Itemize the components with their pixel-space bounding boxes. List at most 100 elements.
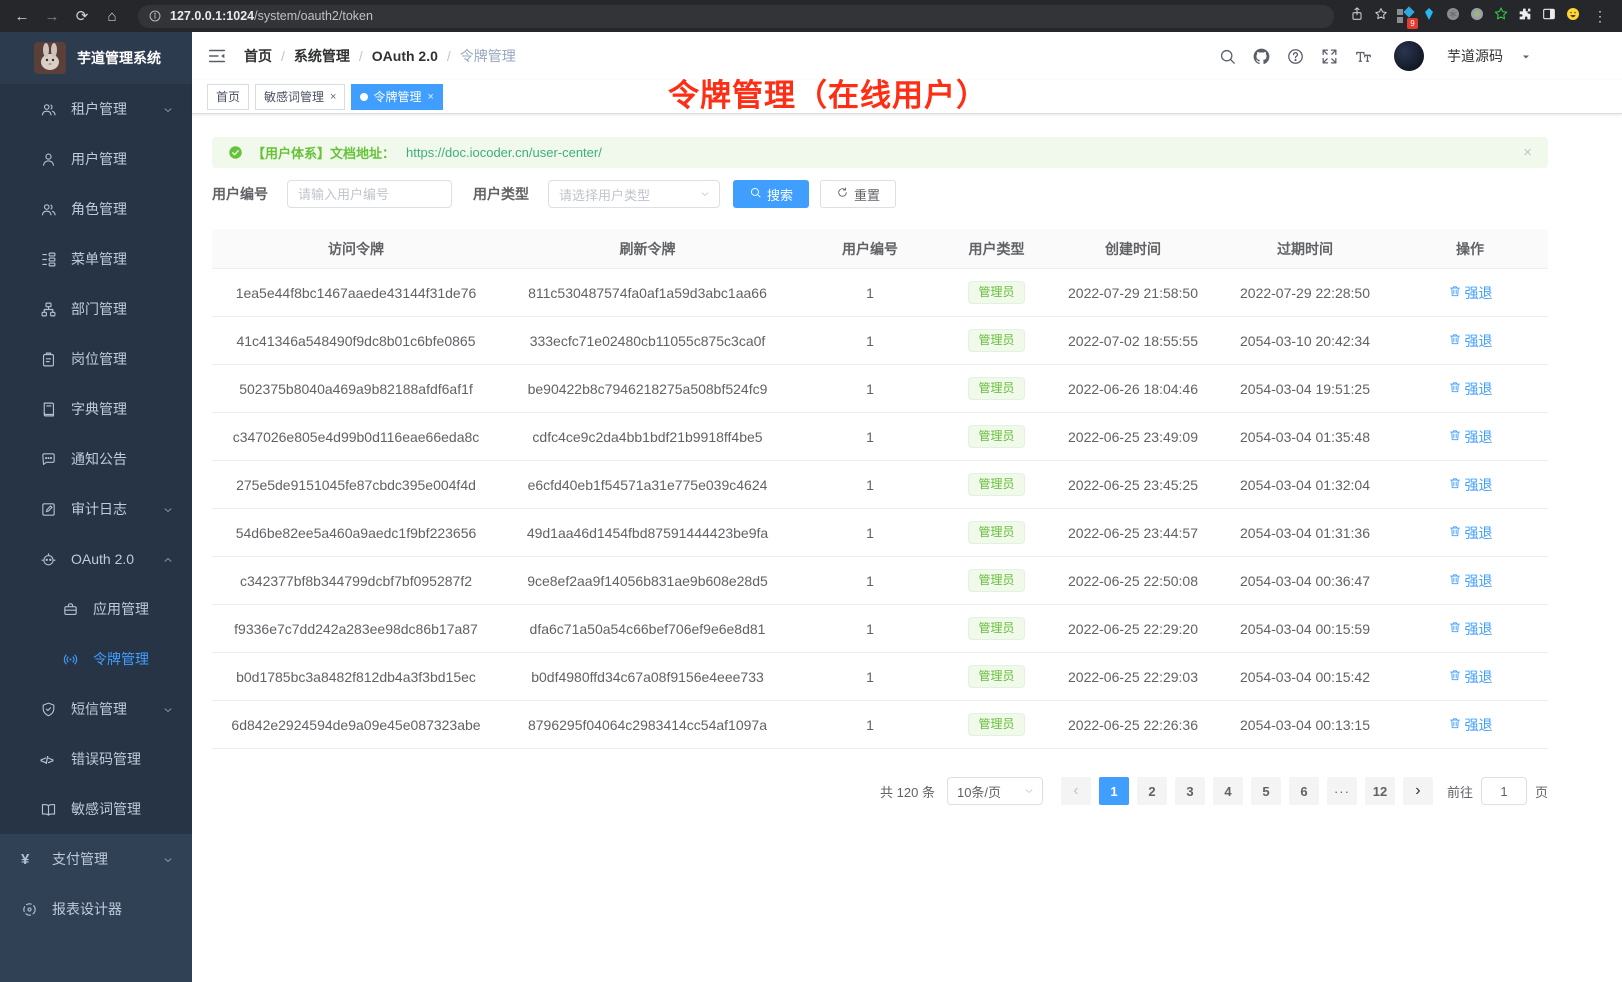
page-number-button[interactable]: 2 <box>1137 777 1167 805</box>
table-row: 1ea5e44f8bc1467aaede43144f31de76 811c530… <box>212 269 1548 317</box>
goto-page-input[interactable] <box>1481 777 1527 805</box>
sidebar-menu-item[interactable]: 报表设计器 <box>0 884 192 934</box>
browser-back-button[interactable]: ← <box>10 4 34 28</box>
app-logo-image <box>34 42 66 74</box>
extension-star-icon[interactable] <box>1492 7 1510 25</box>
page-number-button[interactable]: 12 <box>1365 777 1395 805</box>
page-number-button[interactable]: 1 <box>1099 777 1129 805</box>
force-logout-button[interactable]: 强退 <box>1448 667 1493 687</box>
filter-form: 用户编号 用户类型 请选择用户类型 搜索 重置 <box>212 180 1548 208</box>
extension-dial-icon[interactable] <box>1444 7 1462 25</box>
browser-profile-avatar[interactable] <box>1564 7 1582 25</box>
sidebar-menu-item[interactable]: 敏感词管理 <box>0 784 192 834</box>
page-number-button[interactable]: 3 <box>1175 777 1205 805</box>
next-page-button[interactable]: › <box>1403 777 1433 805</box>
browser-home-button[interactable]: ⌂ <box>100 4 124 28</box>
share-icon <box>1349 6 1365 27</box>
sidebar-menu-item[interactable]: 短信管理 <box>0 684 192 734</box>
user-id-input[interactable] <box>287 180 452 208</box>
user-id-label: 用户编号 <box>212 184 268 204</box>
extension-record-icon[interactable] <box>1468 7 1486 25</box>
force-logout-button[interactable]: 强退 <box>1448 379 1493 399</box>
navbar-tool-button[interactable] <box>1286 47 1305 66</box>
user-name[interactable]: 芋道源码 <box>1447 46 1503 66</box>
navbar-tool-button[interactable] <box>1218 47 1237 66</box>
sidebar-logo[interactable]: 芋道管理系统 <box>0 32 192 84</box>
page-size-select[interactable]: 10条/页 <box>947 777 1043 805</box>
reset-button[interactable]: 重置 <box>820 180 896 208</box>
doc-link[interactable]: https://doc.iocoder.cn/user-center/ <box>406 145 602 160</box>
page-tab[interactable]: 敏感词管理 × <box>255 84 345 110</box>
sidebar-menu-item[interactable]: 通知公告 <box>0 434 192 484</box>
breadcrumb-item[interactable]: 令牌管理 <box>460 46 516 66</box>
breadcrumb-item[interactable]: 系统管理 <box>294 46 350 66</box>
sidebar-menu-item[interactable]: OAuth 2.0 <box>0 534 192 584</box>
extension-gem-icon[interactable] <box>1420 7 1438 25</box>
page-number-button[interactable]: 6 <box>1289 777 1319 805</box>
annotation-title: 令牌管理（在线用户） <box>668 70 988 115</box>
sidebar-menu-item[interactable]: 字典管理 <box>0 384 192 434</box>
users-icon <box>40 201 57 218</box>
info-icon[interactable] <box>148 9 162 23</box>
force-logout-button[interactable]: 强退 <box>1448 283 1493 303</box>
side-panel-button[interactable] <box>1540 7 1558 25</box>
sidebar-menu-item[interactable]: 审计日志 <box>0 484 192 534</box>
page-tab[interactable]: 令牌管理 × <box>351 84 442 110</box>
extensions-puzzle-button[interactable] <box>1516 7 1534 25</box>
sidebar-menu-item[interactable]: </> 错误码管理 <box>0 734 192 784</box>
sidebar-menu-item[interactable]: 角色管理 <box>0 184 192 234</box>
user-menu-caret-icon[interactable] <box>1520 50 1532 62</box>
sidebar-menu-item[interactable]: 租户管理 <box>0 84 192 134</box>
edit-icon <box>40 501 57 518</box>
cell-actions: 强退 <box>1392 475 1548 495</box>
force-logout-button[interactable]: 强退 <box>1448 331 1493 351</box>
user-avatar[interactable] <box>1394 41 1424 71</box>
force-logout-button[interactable]: 强退 <box>1448 427 1493 447</box>
navbar-tool-button[interactable] <box>1320 47 1339 66</box>
force-logout-button[interactable]: 强退 <box>1448 475 1493 495</box>
page-number-button[interactable]: ··· <box>1327 777 1357 805</box>
breadcrumb-item[interactable]: 首页 <box>244 46 272 66</box>
share-button[interactable] <box>1348 7 1366 25</box>
sidebar-menu-item[interactable]: 令牌管理 <box>0 634 192 684</box>
search-icon <box>749 186 762 202</box>
sidebar-menu-item[interactable]: 应用管理 <box>0 584 192 634</box>
breadcrumb-item[interactable]: OAuth 2.0 <box>372 48 438 64</box>
cell-user-type: 管理员 <box>945 569 1048 592</box>
sidebar-item-label: 应用管理 <box>93 599 149 619</box>
cell-created-at: 2022-06-25 22:29:03 <box>1048 669 1218 685</box>
navbar-tool-button[interactable] <box>1354 47 1373 66</box>
cell-user-type: 管理员 <box>945 329 1048 352</box>
search-button[interactable]: 搜索 <box>733 180 809 208</box>
alert-close-icon[interactable]: × <box>1523 144 1532 161</box>
user-type-badge: 管理员 <box>968 665 1024 688</box>
force-logout-button[interactable]: 强退 <box>1448 619 1493 639</box>
browser-menu-button[interactable]: ⋮ <box>1588 4 1612 28</box>
sidebar-menu-item[interactable]: 部门管理 <box>0 284 192 334</box>
browser-reload-button[interactable]: ⟳ <box>70 4 94 28</box>
force-logout-button[interactable]: 强退 <box>1448 571 1493 591</box>
bookmark-star-button[interactable] <box>1372 7 1390 25</box>
page-number-button[interactable]: 5 <box>1251 777 1281 805</box>
sidebar-menu-item[interactable]: 岗位管理 <box>0 334 192 384</box>
chat-icon <box>40 451 57 468</box>
extension-grid-icon[interactable]: 9 <box>1396 7 1414 25</box>
page-number-button[interactable]: 4 <box>1213 777 1243 805</box>
tab-close-icon[interactable]: × <box>330 91 336 103</box>
page-tab[interactable]: 首页 <box>207 84 249 110</box>
chevron-down-icon <box>162 103 174 115</box>
sidebar-menu-item[interactable]: ¥ 支付管理 <box>0 834 192 884</box>
prev-page-button[interactable]: ‹ <box>1061 777 1091 805</box>
user-type-select[interactable]: 请选择用户类型 <box>548 180 720 208</box>
browser-forward-button[interactable]: → <box>40 4 64 28</box>
sidebar-menu-item[interactable]: 菜单管理 <box>0 234 192 284</box>
sidebar-collapse-button[interactable] <box>206 45 228 67</box>
tab-close-icon[interactable]: × <box>427 91 433 103</box>
force-logout-button[interactable]: 强退 <box>1448 715 1493 735</box>
force-logout-button[interactable]: 强退 <box>1448 523 1493 543</box>
cell-actions: 强退 <box>1392 523 1548 543</box>
sidebar-menu-item[interactable]: 用户管理 <box>0 134 192 184</box>
sidebar-item-label: 用户管理 <box>71 149 127 169</box>
navbar-tool-button[interactable] <box>1252 47 1271 66</box>
address-bar[interactable]: 127.0.0.1:1024/system/oauth2/token <box>138 5 1334 28</box>
